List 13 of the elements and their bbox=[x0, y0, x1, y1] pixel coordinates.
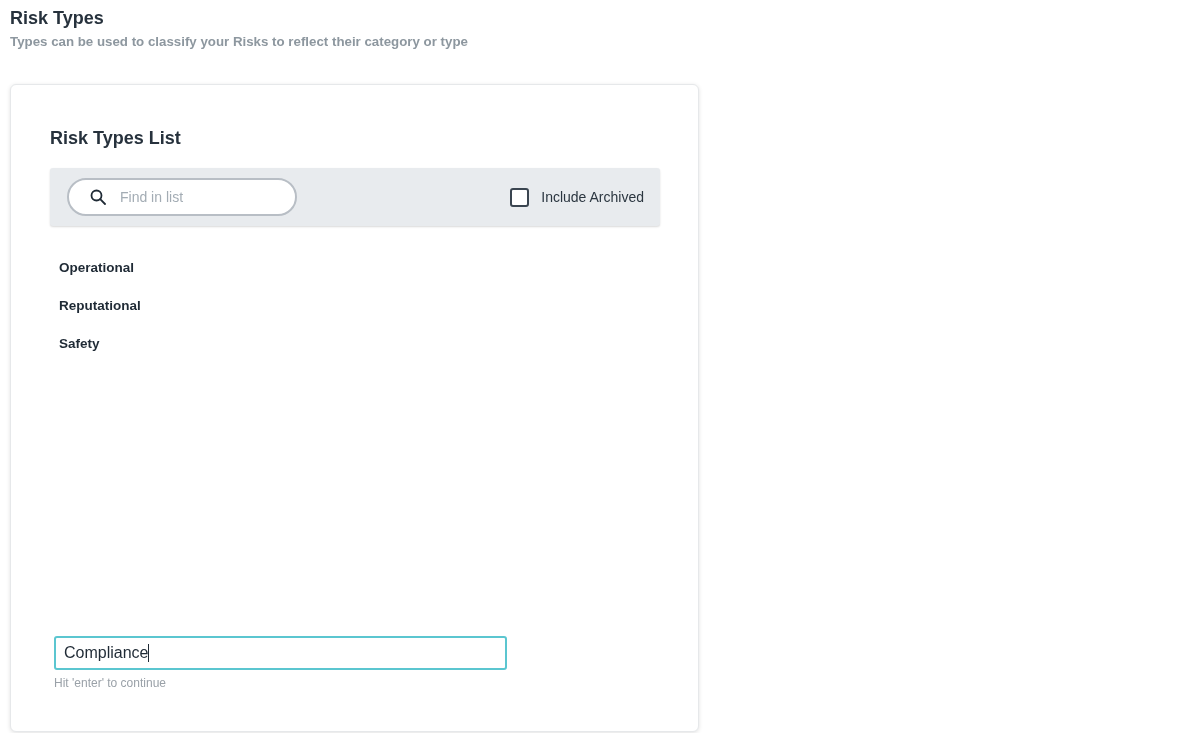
include-archived-checkbox[interactable] bbox=[510, 187, 530, 207]
risk-type-item[interactable]: Safety bbox=[59, 325, 100, 363]
card-title: Risk Types List bbox=[50, 127, 181, 150]
risk-type-item[interactable]: Operational bbox=[59, 249, 134, 287]
text-cursor-icon bbox=[148, 644, 150, 662]
search-field[interactable]: Find in list bbox=[67, 178, 297, 216]
include-archived-label: Include Archived bbox=[541, 189, 644, 205]
input-hint: Hit 'enter' to continue bbox=[54, 676, 166, 690]
search-icon bbox=[90, 189, 106, 205]
page-title: Risk Types bbox=[10, 7, 104, 29]
page-subtitle: Types can be used to classify your Risks to reflect their category or type bbox=[10, 34, 468, 50]
risk-type-item[interactable]: Reputational bbox=[59, 287, 141, 325]
new-type-input[interactable]: Compliance bbox=[54, 636, 507, 670]
